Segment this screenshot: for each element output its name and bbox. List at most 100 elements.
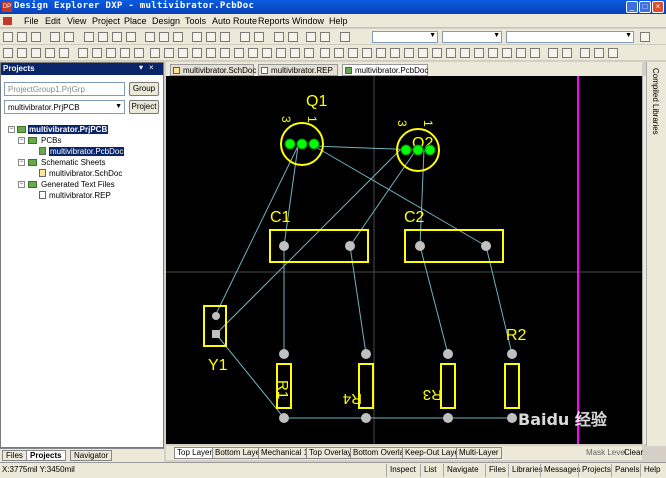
- pcb-canvas[interactable]: Q1 3 1 Q2 3 1 C1 C2 Y1 R1 R4 R3 R2 Baidu…: [166, 76, 642, 444]
- copy-icon[interactable]: [159, 32, 169, 42]
- select-area-icon[interactable]: [192, 32, 202, 42]
- tool-extra-icon[interactable]: [608, 48, 618, 58]
- place-origin-icon[interactable]: [276, 48, 286, 58]
- tab-pcbdoc[interactable]: multivibrator.PcbDoc: [342, 64, 428, 76]
- align-top-icon[interactable]: [474, 48, 484, 58]
- collapse-icon[interactable]: −: [18, 137, 25, 144]
- tree-pcb-doc[interactable]: multivibrator.PcbDoc: [49, 147, 125, 156]
- place-track-icon[interactable]: [178, 48, 188, 58]
- layer-tab-top-overlay[interactable]: Top Overlay: [306, 447, 355, 459]
- pad[interactable]: [361, 349, 371, 359]
- menu-tools[interactable]: Tools: [185, 16, 206, 26]
- cut-icon[interactable]: [145, 32, 155, 42]
- tool-7-icon[interactable]: [92, 48, 102, 58]
- tab-navigator[interactable]: Navigator: [70, 450, 113, 461]
- pad[interactable]: [284, 138, 296, 150]
- close-panel-icon[interactable]: ×: [149, 63, 154, 72]
- deselect-icon[interactable]: [206, 32, 216, 42]
- space-v-icon[interactable]: [516, 48, 526, 58]
- minimize-button[interactable]: _: [626, 1, 638, 13]
- fill-icon[interactable]: [376, 48, 386, 58]
- room-icon[interactable]: [548, 48, 558, 58]
- menu-place[interactable]: Place: [124, 16, 147, 26]
- arc-center-icon[interactable]: [320, 48, 330, 58]
- undo2-icon[interactable]: [306, 32, 316, 42]
- menu-project[interactable]: Project: [92, 16, 120, 26]
- tool-3-icon[interactable]: [31, 48, 41, 58]
- collapse-icon[interactable]: −: [8, 126, 15, 133]
- tool-5-icon[interactable]: [59, 48, 69, 58]
- close-button[interactable]: ×: [652, 1, 664, 13]
- tree-rep-doc[interactable]: multivibrator.REP: [49, 191, 111, 200]
- project-button[interactable]: Project: [129, 100, 159, 114]
- status-inspect[interactable]: Inspect: [386, 464, 419, 477]
- pad[interactable]: [279, 349, 289, 359]
- status-files[interactable]: Files: [485, 464, 509, 477]
- tab-schdoc[interactable]: multivibrator.SchDoc: [170, 64, 256, 76]
- pad[interactable]: [443, 413, 453, 423]
- pad[interactable]: [308, 138, 320, 150]
- print-icon[interactable]: [50, 32, 60, 42]
- circle-icon[interactable]: [362, 48, 372, 58]
- menu-edit[interactable]: Edit: [45, 16, 61, 26]
- redo2-icon[interactable]: [320, 32, 330, 42]
- distribute-icon[interactable]: [530, 48, 540, 58]
- workspace-field[interactable]: ProjectGroup1.PrjGrp: [4, 82, 125, 96]
- align-left-icon[interactable]: [432, 48, 442, 58]
- pad[interactable]: [412, 144, 424, 156]
- mask-dropdown[interactable]: ▼: [442, 31, 502, 43]
- tree-schematic[interactable]: Schematic Sheets: [41, 158, 105, 167]
- tree-pcbs[interactable]: PCBs: [41, 136, 61, 145]
- status-navigate[interactable]: Navigate: [443, 464, 482, 477]
- tab-projects[interactable]: Projects: [26, 450, 66, 461]
- status-help[interactable]: Help: [640, 464, 663, 477]
- zoom-in-icon[interactable]: [84, 32, 94, 42]
- menu-view[interactable]: View: [67, 16, 86, 26]
- zoom-out-icon[interactable]: [98, 32, 108, 42]
- place-line-icon[interactable]: [192, 48, 202, 58]
- polygon-icon[interactable]: [390, 48, 400, 58]
- layer-tab-multi[interactable]: Multi-Layer: [456, 447, 502, 459]
- pad[interactable]: [443, 349, 453, 359]
- status-list[interactable]: List: [420, 464, 439, 477]
- open-folder-icon[interactable]: [17, 32, 27, 42]
- arc-edge-icon[interactable]: [334, 48, 344, 58]
- component-q2[interactable]: Q2 3 1: [395, 120, 440, 172]
- menu-help[interactable]: Help: [329, 16, 348, 26]
- cross-probe-icon[interactable]: [274, 32, 284, 42]
- move-cursor-icon[interactable]: [288, 32, 298, 42]
- tree-generated[interactable]: Generated Text Files: [41, 180, 115, 189]
- project-selector[interactable]: multivibrator.PrjPCB ▼: [4, 100, 125, 114]
- library-icon[interactable]: [150, 48, 160, 58]
- pad[interactable]: [507, 349, 517, 359]
- tool-9-icon[interactable]: [120, 48, 130, 58]
- browse-icon[interactable]: [640, 32, 650, 42]
- print-preview-icon[interactable]: [64, 32, 74, 42]
- pad[interactable]: [279, 413, 289, 423]
- align-right-icon[interactable]: [460, 48, 470, 58]
- align-bottom-icon[interactable]: [488, 48, 498, 58]
- collapse-icon[interactable]: −: [18, 181, 25, 188]
- browse-components-icon[interactable]: [3, 48, 13, 58]
- undo-icon[interactable]: [240, 32, 250, 42]
- place-component-icon[interactable]: [304, 48, 314, 58]
- mask-level-button[interactable]: Mask Level: [586, 448, 626, 457]
- pad[interactable]: [400, 144, 412, 156]
- save-icon[interactable]: [31, 32, 41, 42]
- tab-files[interactable]: Files: [2, 450, 27, 461]
- collapse-icon[interactable]: −: [18, 159, 25, 166]
- components-icon[interactable]: [164, 48, 174, 58]
- place-pad-icon[interactable]: [206, 48, 216, 58]
- place-via-icon[interactable]: [220, 48, 230, 58]
- paste-icon[interactable]: [173, 32, 183, 42]
- zoom-area-icon[interactable]: [126, 32, 136, 42]
- pad[interactable]: [345, 241, 355, 251]
- component-y1[interactable]: Y1: [203, 305, 228, 374]
- pad[interactable]: [481, 241, 491, 251]
- tree-sch-doc[interactable]: multivibrator.SchDoc: [49, 169, 122, 178]
- menu-window[interactable]: Window: [292, 16, 324, 26]
- tool-10-icon[interactable]: [134, 48, 144, 58]
- pcb-drawing[interactable]: Q1 3 1 Q2 3 1 C1 C2 Y1 R1 R4 R3 R2: [166, 76, 642, 444]
- status-messages[interactable]: Messages: [540, 464, 583, 477]
- group-button[interactable]: Group: [129, 82, 159, 96]
